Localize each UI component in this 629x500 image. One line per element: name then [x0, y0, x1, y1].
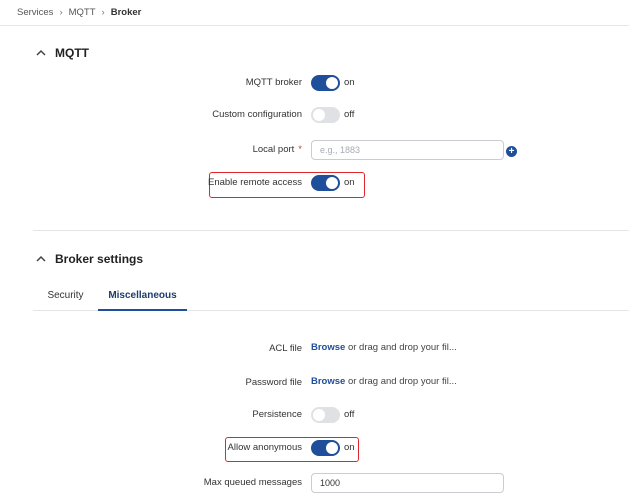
- enable-remote-access-toggle[interactable]: [311, 175, 340, 191]
- password-file-label: Password file: [245, 377, 303, 388]
- max-queued-messages-input[interactable]: [311, 473, 504, 493]
- enable-remote-access-label: Enable remote access: [208, 177, 302, 188]
- chevron-up-icon[interactable]: [34, 253, 48, 265]
- allow-anonymous-toggle[interactable]: [311, 440, 340, 456]
- broker-settings-tabs: Security Miscellaneous: [33, 282, 629, 311]
- custom-configuration-state: off: [344, 109, 355, 120]
- toggle-knob: [313, 109, 325, 121]
- mqtt-broker-state: on: [344, 77, 355, 88]
- broker-settings-section-header[interactable]: Broker settings: [34, 252, 143, 266]
- toggle-knob: [326, 177, 338, 189]
- breadcrumb-separator: ›: [59, 7, 63, 18]
- password-file-browse-link[interactable]: Browse: [311, 376, 345, 387]
- broker-panel: MQTT MQTT broker on Custom configuration…: [14, 26, 629, 500]
- toggle-knob: [313, 409, 325, 421]
- tab-security[interactable]: Security: [33, 282, 98, 311]
- mqtt-section-title: MQTT: [55, 46, 89, 60]
- allow-anonymous-label: Allow anonymous: [227, 442, 302, 453]
- acl-file-hint: or drag and drop your fil...: [347, 342, 457, 353]
- custom-configuration-toggle[interactable]: [311, 107, 340, 123]
- breadcrumb-current: Broker: [110, 7, 142, 18]
- local-port-label: Local port *: [14, 143, 302, 157]
- custom-configuration-label: Custom configuration: [212, 109, 302, 120]
- acl-file-upload[interactable]: Browse or drag and drop your fil...: [311, 341, 457, 355]
- breadcrumb-separator: ›: [101, 7, 105, 18]
- chevron-up-icon[interactable]: [34, 47, 48, 59]
- persistence-toggle[interactable]: [311, 407, 340, 423]
- broker-settings-title: Broker settings: [55, 252, 144, 266]
- local-port-input[interactable]: [311, 140, 504, 160]
- password-file-hint: or drag and drop your fil...: [347, 376, 457, 387]
- mqtt-broker-toggle[interactable]: [311, 75, 340, 91]
- toggle-knob: [326, 77, 338, 89]
- breadcrumb-item-services[interactable]: Services: [17, 7, 53, 18]
- persistence-state: off: [344, 409, 355, 420]
- toggle-knob: [326, 442, 338, 454]
- mqtt-section-header[interactable]: MQTT: [34, 46, 89, 60]
- breadcrumb-item-mqtt[interactable]: MQTT: [69, 7, 96, 18]
- plus-circle-icon[interactable]: +: [506, 146, 517, 157]
- tab-miscellaneous[interactable]: Miscellaneous: [98, 282, 187, 311]
- breadcrumb: Services › MQTT › Broker: [0, 0, 629, 26]
- enable-remote-access-state: on: [344, 177, 355, 188]
- mqtt-broker-label: MQTT broker: [245, 77, 302, 88]
- max-queued-messages-label: Max queued messages: [203, 477, 302, 488]
- required-mark: *: [298, 144, 302, 155]
- acl-file-label: ACL file: [269, 343, 302, 354]
- acl-file-browse-link[interactable]: Browse: [311, 342, 345, 353]
- local-port-label-text: Local port: [252, 144, 295, 155]
- password-file-upload[interactable]: Browse or drag and drop your fil...: [311, 375, 457, 389]
- allow-anonymous-state: on: [344, 442, 355, 453]
- section-divider: [33, 230, 629, 231]
- persistence-label: Persistence: [252, 409, 302, 420]
